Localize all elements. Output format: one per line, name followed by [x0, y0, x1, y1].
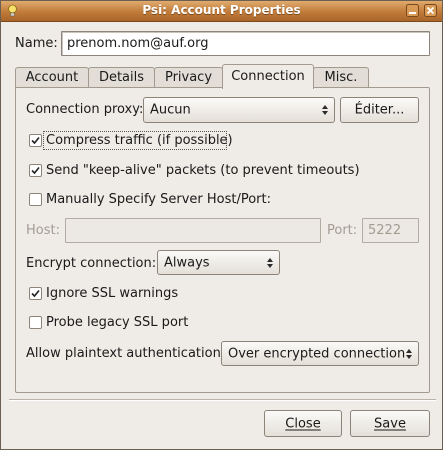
host-label: Host:: [26, 223, 60, 238]
tab-account[interactable]: Account: [15, 67, 89, 88]
tab-misc[interactable]: Misc.: [313, 67, 369, 88]
plaintext-select-value: Over encrypted connection: [228, 346, 406, 361]
window-title: Psi: Account Properties: [142, 3, 301, 17]
tab-privacy[interactable]: Privacy: [154, 67, 223, 88]
ignore-ssl-checkbox[interactable]: [29, 287, 42, 300]
keepalive-checkbox[interactable]: [29, 164, 42, 177]
plaintext-select[interactable]: Over encrypted connection: [221, 341, 419, 366]
keepalive-label[interactable]: Send "keep-alive" packets (to prevent ti…: [46, 163, 360, 178]
proxy-select-value: Aucun: [150, 102, 191, 118]
checkmark-icon: [31, 166, 40, 175]
tab-connection[interactable]: Connection: [222, 64, 314, 89]
encrypt-select-value: Always: [164, 255, 210, 270]
minimize-icon[interactable]: [406, 4, 419, 17]
title-bar[interactable]: Psi: Account Properties: [1, 1, 442, 22]
checkmark-icon: [31, 289, 40, 298]
save-button[interactable]: Save: [350, 410, 430, 437]
proxy-select[interactable]: Aucun: [143, 97, 335, 123]
probe-ssl-label[interactable]: Probe legacy SSL port: [46, 315, 188, 330]
ignore-ssl-label[interactable]: Ignore SSL warnings: [46, 286, 178, 301]
proxy-label: Connection proxy:: [26, 102, 144, 117]
compress-label[interactable]: Compress traffic (if possible): [46, 133, 233, 148]
close-button-label: Close: [285, 416, 321, 431]
account-properties-window: Psi: Account Properties Name: prenom.nom…: [0, 0, 443, 450]
edit-proxy-button-label: Éditer...: [354, 102, 405, 118]
manual-host-checkbox[interactable]: [29, 193, 42, 206]
close-button[interactable]: Close: [264, 410, 342, 437]
port-input-value: 5222: [368, 223, 402, 238]
footer-divider: [9, 399, 436, 401]
encrypt-select[interactable]: Always: [157, 250, 280, 275]
manual-host-label[interactable]: Manually Specify Server Host/Port:: [46, 192, 271, 207]
host-input[interactable]: [65, 218, 321, 243]
port-label: Port:: [327, 223, 358, 238]
compress-checkbox[interactable]: [29, 134, 42, 147]
port-input[interactable]: 5222: [362, 218, 419, 243]
edit-proxy-button[interactable]: Éditer...: [340, 97, 419, 123]
save-button-label: Save: [374, 416, 406, 431]
name-input-value: prenom.nom@auf.org: [67, 36, 209, 51]
close-window-icon[interactable]: [424, 4, 437, 17]
name-input[interactable]: prenom.nom@auf.org: [61, 31, 430, 56]
updown-arrow-icon: [322, 105, 328, 115]
encrypt-label: Encrypt connection:: [26, 256, 157, 271]
plaintext-label: Allow plaintext authentication:: [26, 346, 226, 361]
name-label: Name:: [15, 36, 58, 51]
tab-details[interactable]: Details: [88, 67, 155, 88]
checkmark-icon: [31, 136, 40, 145]
updown-arrow-icon: [267, 257, 273, 268]
updown-arrow-icon: [406, 348, 412, 359]
probe-ssl-checkbox[interactable]: [29, 316, 42, 329]
